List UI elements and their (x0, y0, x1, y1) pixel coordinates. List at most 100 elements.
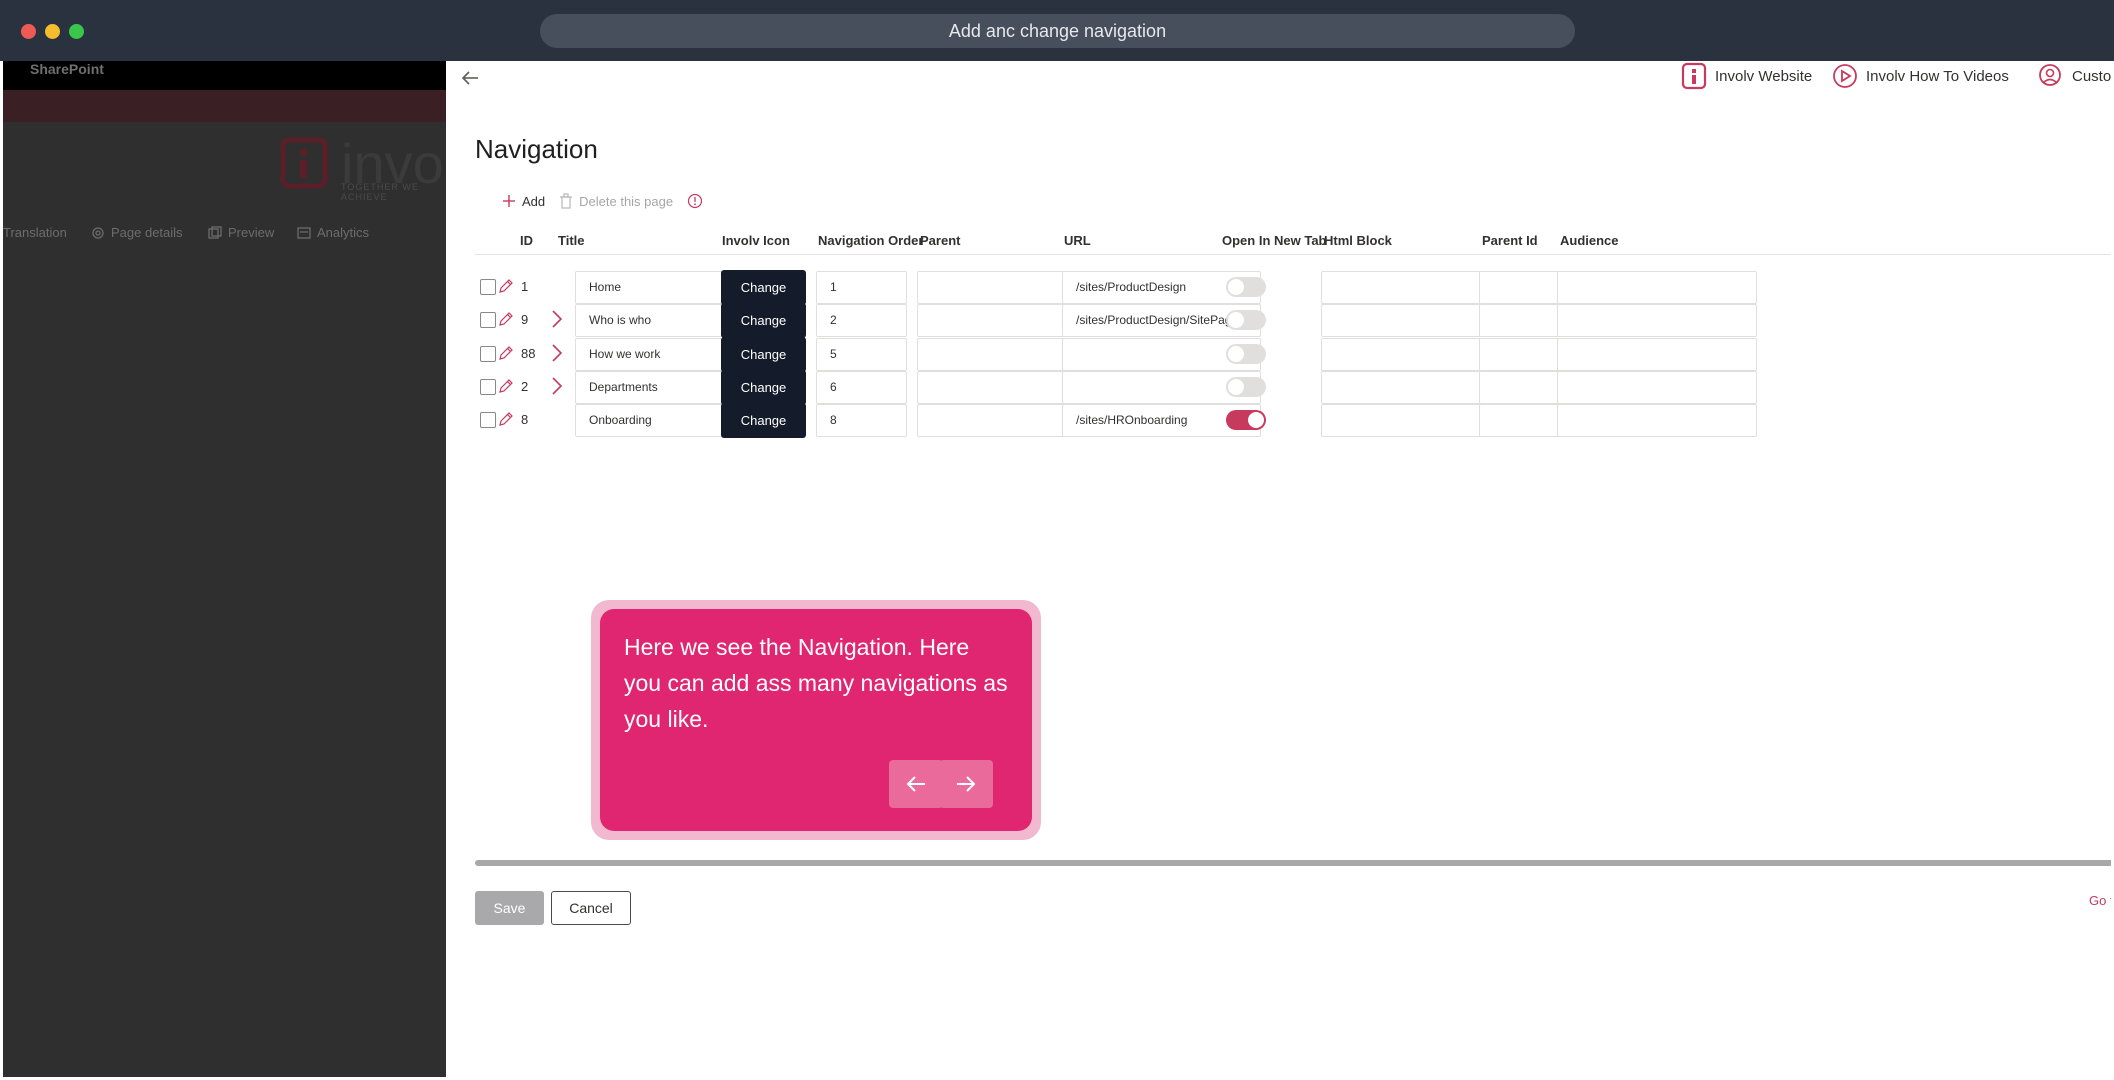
delete-page-button[interactable]: Delete this page (559, 193, 673, 209)
go-to-link[interactable]: Go t (2089, 893, 2111, 908)
sp-tab-page-details[interactable]: Page details (91, 225, 183, 240)
toggle-knob (1228, 279, 1244, 295)
involv-website-link[interactable]: Involv Website (1681, 61, 1812, 91)
change-icon-button[interactable]: Change (721, 270, 806, 305)
involv-how-to-videos-link[interactable]: Involv How To Videos (1832, 61, 2009, 91)
column-header-audience[interactable]: Audience (1560, 233, 1619, 248)
arrow-left-icon (906, 776, 925, 792)
change-icon-button[interactable]: Change (721, 303, 806, 338)
save-button[interactable]: Save (475, 891, 544, 925)
play-circle-icon (1833, 64, 1857, 88)
tour-text: Here we see the Navigation. Here you can… (624, 634, 1008, 732)
header-link-label: Custo (2072, 67, 2111, 85)
table-row: 2 Departments Change 6 (475, 369, 2111, 405)
table-row: 88 How we work Change 5 (475, 336, 2111, 372)
navigation-order-field[interactable]: 8 (816, 404, 907, 437)
change-icon-button[interactable]: Change (721, 337, 806, 372)
sp-tab-label: Analytics (317, 225, 370, 240)
toggle-knob (1228, 346, 1244, 362)
trash-icon (560, 193, 573, 209)
row-id: 9 (521, 312, 529, 327)
plus-icon (503, 195, 515, 207)
page-title: Navigation (475, 134, 598, 164)
open-in-new-tab-toggle[interactable] (1226, 310, 1266, 330)
pencil-icon[interactable] (497, 277, 515, 295)
table-header: ID Title Involv Icon Navigation Order Pa… (475, 233, 2111, 255)
column-header-html-block[interactable]: Html Block (1324, 233, 1392, 248)
arrow-right-icon (957, 776, 976, 792)
tour-previous-button[interactable] (889, 760, 943, 808)
close-window-button[interactable] (21, 24, 36, 39)
audience-field[interactable] (1557, 304, 1757, 337)
row-id: 1 (521, 279, 529, 294)
sharepoint-brand: SharePoint (30, 61, 104, 77)
change-icon-button[interactable]: Change (721, 403, 806, 438)
tour-next-button[interactable] (939, 760, 993, 808)
chevron-right-icon[interactable] (551, 376, 563, 396)
row-checkbox[interactable] (480, 312, 496, 328)
sp-tab-preview[interactable]: Preview (208, 225, 274, 240)
table-row: 1 Home Change 1 /sites/ProductDesign (475, 269, 2111, 305)
preview-icon (208, 225, 222, 239)
sharepoint-suitebar (3, 90, 446, 122)
open-in-new-tab-toggle[interactable] (1226, 277, 1266, 297)
maximize-window-button[interactable] (69, 24, 84, 39)
change-icon-button[interactable]: Change (721, 370, 806, 405)
column-header-open-in-new-tab[interactable]: Open In New Tab (1222, 233, 1327, 248)
pencil-icon[interactable] (497, 344, 515, 362)
window-titlebar: Add anc change navigation (0, 0, 2114, 61)
navigation-order-field[interactable]: 5 (816, 338, 907, 371)
column-header-involv-icon[interactable]: Involv Icon (722, 233, 790, 248)
row-id: 2 (521, 379, 529, 394)
sharepoint-tagline: TOGETHER WE ACHIEVE (341, 182, 419, 202)
support-agent-icon (2039, 64, 2061, 86)
audience-field[interactable] (1557, 371, 1757, 404)
cancel-button[interactable]: Cancel (551, 891, 631, 925)
tour-popup: Here we see the Navigation. Here you can… (600, 609, 1032, 831)
sp-tab-translation[interactable]: Translation (3, 225, 67, 240)
window-title: Add anc change navigation (540, 14, 1575, 48)
info-icon[interactable] (687, 193, 703, 209)
sp-tab-analytics[interactable]: Analytics (297, 225, 369, 240)
navigation-panel: Involv Website Involv How To Videos Cust… (446, 61, 2111, 1077)
sharepoint-background: SharePoint invo TOGETHER WE ACHIEVE Tran… (3, 61, 446, 1077)
navigation-order-field[interactable]: 2 (816, 304, 907, 337)
row-id: 88 (521, 346, 536, 361)
toggle-knob (1228, 312, 1244, 328)
column-header-navigation-order[interactable]: Navigation Order (818, 233, 923, 248)
column-header-url[interactable]: URL (1064, 233, 1091, 248)
minimize-window-button[interactable] (45, 24, 60, 39)
row-checkbox[interactable] (480, 379, 496, 395)
column-header-parent[interactable]: Parent (920, 233, 960, 248)
open-in-new-tab-toggle[interactable] (1226, 344, 1266, 364)
sp-tab-label: Page details (111, 225, 183, 240)
navigation-order-field[interactable]: 1 (816, 271, 907, 304)
audience-field[interactable] (1557, 338, 1757, 371)
add-label: Add (522, 193, 546, 209)
table-row: 9 Who is who Change 2 /sites/ProductDesi… (475, 302, 2111, 338)
add-button[interactable]: Add (502, 194, 545, 209)
horizontal-scrollbar[interactable] (475, 860, 2111, 866)
chevron-right-icon[interactable] (551, 343, 563, 363)
open-in-new-tab-toggle[interactable] (1226, 377, 1266, 397)
delete-label: Delete this page (579, 193, 674, 209)
audience-field[interactable] (1557, 271, 1757, 304)
navigation-order-field[interactable]: 6 (816, 371, 907, 404)
list-toolbar: Add Delete this page (502, 189, 703, 213)
row-checkbox[interactable] (480, 412, 496, 428)
open-in-new-tab-toggle[interactable] (1226, 410, 1266, 430)
pencil-icon[interactable] (497, 410, 515, 428)
sharepoint-topbar: SharePoint (3, 61, 446, 90)
back-arrow-icon[interactable] (459, 67, 481, 89)
pencil-icon[interactable] (497, 377, 515, 395)
column-header-title[interactable]: Title (558, 233, 585, 248)
customer-support-link[interactable]: Custo (2036, 61, 2111, 91)
column-header-id[interactable]: ID (520, 233, 533, 248)
audience-field[interactable] (1557, 404, 1757, 437)
chevron-right-icon[interactable] (551, 309, 563, 329)
column-header-parent-id[interactable]: Parent Id (1482, 233, 1538, 248)
analytics-icon (297, 226, 311, 239)
row-checkbox[interactable] (480, 279, 496, 295)
pencil-icon[interactable] (497, 310, 515, 328)
row-checkbox[interactable] (480, 346, 496, 362)
